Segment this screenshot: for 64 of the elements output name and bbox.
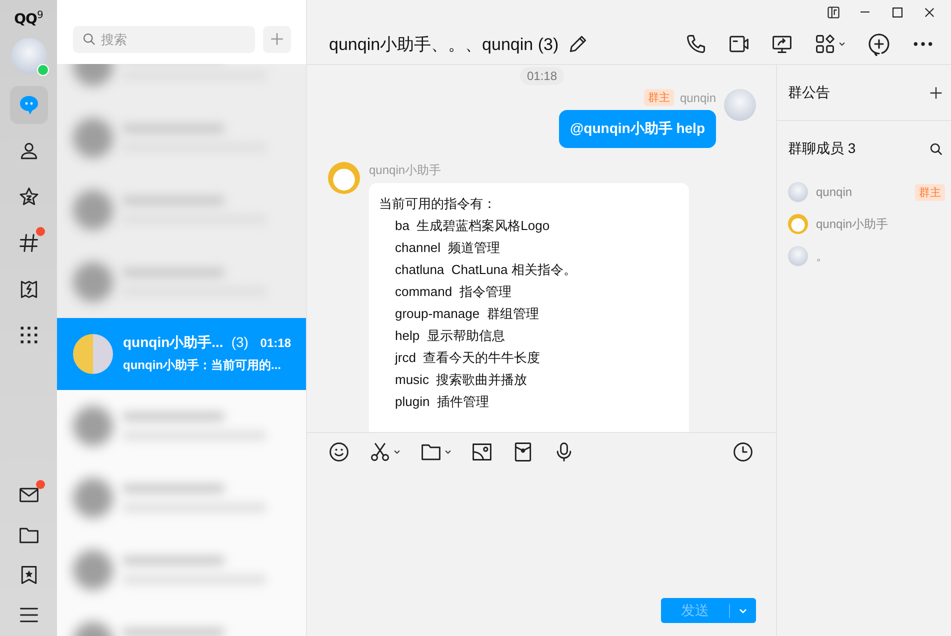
screen-share-icon[interactable]	[771, 33, 793, 55]
avatar	[328, 162, 360, 194]
command-line: jrcd 查看今天的牛牛长度	[394, 349, 542, 367]
notification-dot	[36, 480, 44, 489]
section-title: 群公告	[788, 84, 830, 102]
member-item[interactable]: 。	[777, 240, 951, 272]
role-tag: 群主	[915, 184, 945, 200]
search-field[interactable]: 搜索	[73, 26, 255, 52]
role-tag: 群主	[644, 89, 674, 106]
sender-name: qunqin	[680, 90, 716, 104]
notification-dot	[36, 226, 44, 236]
avatar	[724, 89, 756, 121]
avatar	[788, 182, 808, 202]
online-status-dot	[36, 64, 48, 76]
close-icon[interactable]	[924, 6, 934, 18]
plus-bubble-icon[interactable]	[867, 32, 891, 56]
search-icon	[82, 32, 96, 46]
member-name: qunqin	[816, 185, 852, 199]
caret-icon	[838, 40, 846, 48]
screenshot-button[interactable]	[369, 441, 401, 463]
command-line: channel 频道管理	[394, 239, 501, 257]
avatar	[73, 334, 113, 374]
conversation-item[interactable]: qunqin小助手... (3) 01:18 qunqin小助手：当前可用的...	[57, 318, 306, 390]
section-title: 群聊成员 3	[788, 140, 856, 158]
clock-icon[interactable]	[732, 441, 754, 463]
command-line: music 搜索歌曲并播放	[394, 371, 528, 389]
smiley-icon[interactable]	[328, 441, 350, 463]
message-preview: qunqin小助手：当前可用的...	[123, 357, 282, 374]
command-line: ba 生成碧蓝档案风格Logo	[394, 217, 551, 235]
video-camera-icon[interactable]	[728, 33, 750, 55]
conversation-name: qunqin小助手...	[123, 334, 224, 352]
pin-window-icon[interactable]	[826, 6, 840, 18]
member-item[interactable]: qunqin 群主	[777, 176, 951, 208]
command-line: chatluna ChatLuna 相关指令。	[394, 261, 578, 279]
chat-title: qunqin小助手、。、qunqin (3)	[329, 34, 559, 56]
sender-name: qunqin小助手	[369, 162, 442, 179]
member-item[interactable]: qunqin小助手	[777, 208, 951, 240]
member-name: 。	[816, 248, 828, 264]
timestamp: 01:18	[520, 67, 564, 85]
avatar	[788, 214, 808, 234]
app-grid-icon[interactable]	[814, 33, 836, 55]
envelope-icon[interactable]	[512, 441, 534, 463]
app-logo: QQ$^{9}$	[14, 10, 43, 28]
maximize-icon[interactable]	[892, 6, 902, 18]
phone-icon[interactable]	[685, 33, 707, 55]
scissors-icon[interactable]	[369, 441, 391, 463]
member-count: (3)	[231, 334, 248, 350]
add-button[interactable]	[263, 26, 291, 52]
search-icon[interactable]	[929, 142, 943, 156]
message-line: 当前可用的指令有：	[379, 195, 497, 213]
caret-icon	[393, 448, 401, 456]
member-name: qunqin小助手	[816, 216, 888, 232]
command-line: plugin 插件管理	[394, 393, 490, 411]
message-bubble: @qunqin小助手 help	[559, 110, 716, 148]
star-icon[interactable]	[18, 186, 40, 208]
command-line: help 显示帮助信息	[394, 327, 506, 345]
command-line: group-manage 群组管理	[394, 305, 540, 323]
avatar	[788, 246, 808, 266]
plus-icon[interactable]	[929, 86, 943, 100]
caret-icon	[444, 448, 452, 456]
conversation-time: 01:18	[260, 336, 291, 350]
hash-icon[interactable]	[18, 232, 40, 254]
command-line: command 指令管理	[394, 283, 512, 301]
image-icon[interactable]	[471, 441, 493, 463]
